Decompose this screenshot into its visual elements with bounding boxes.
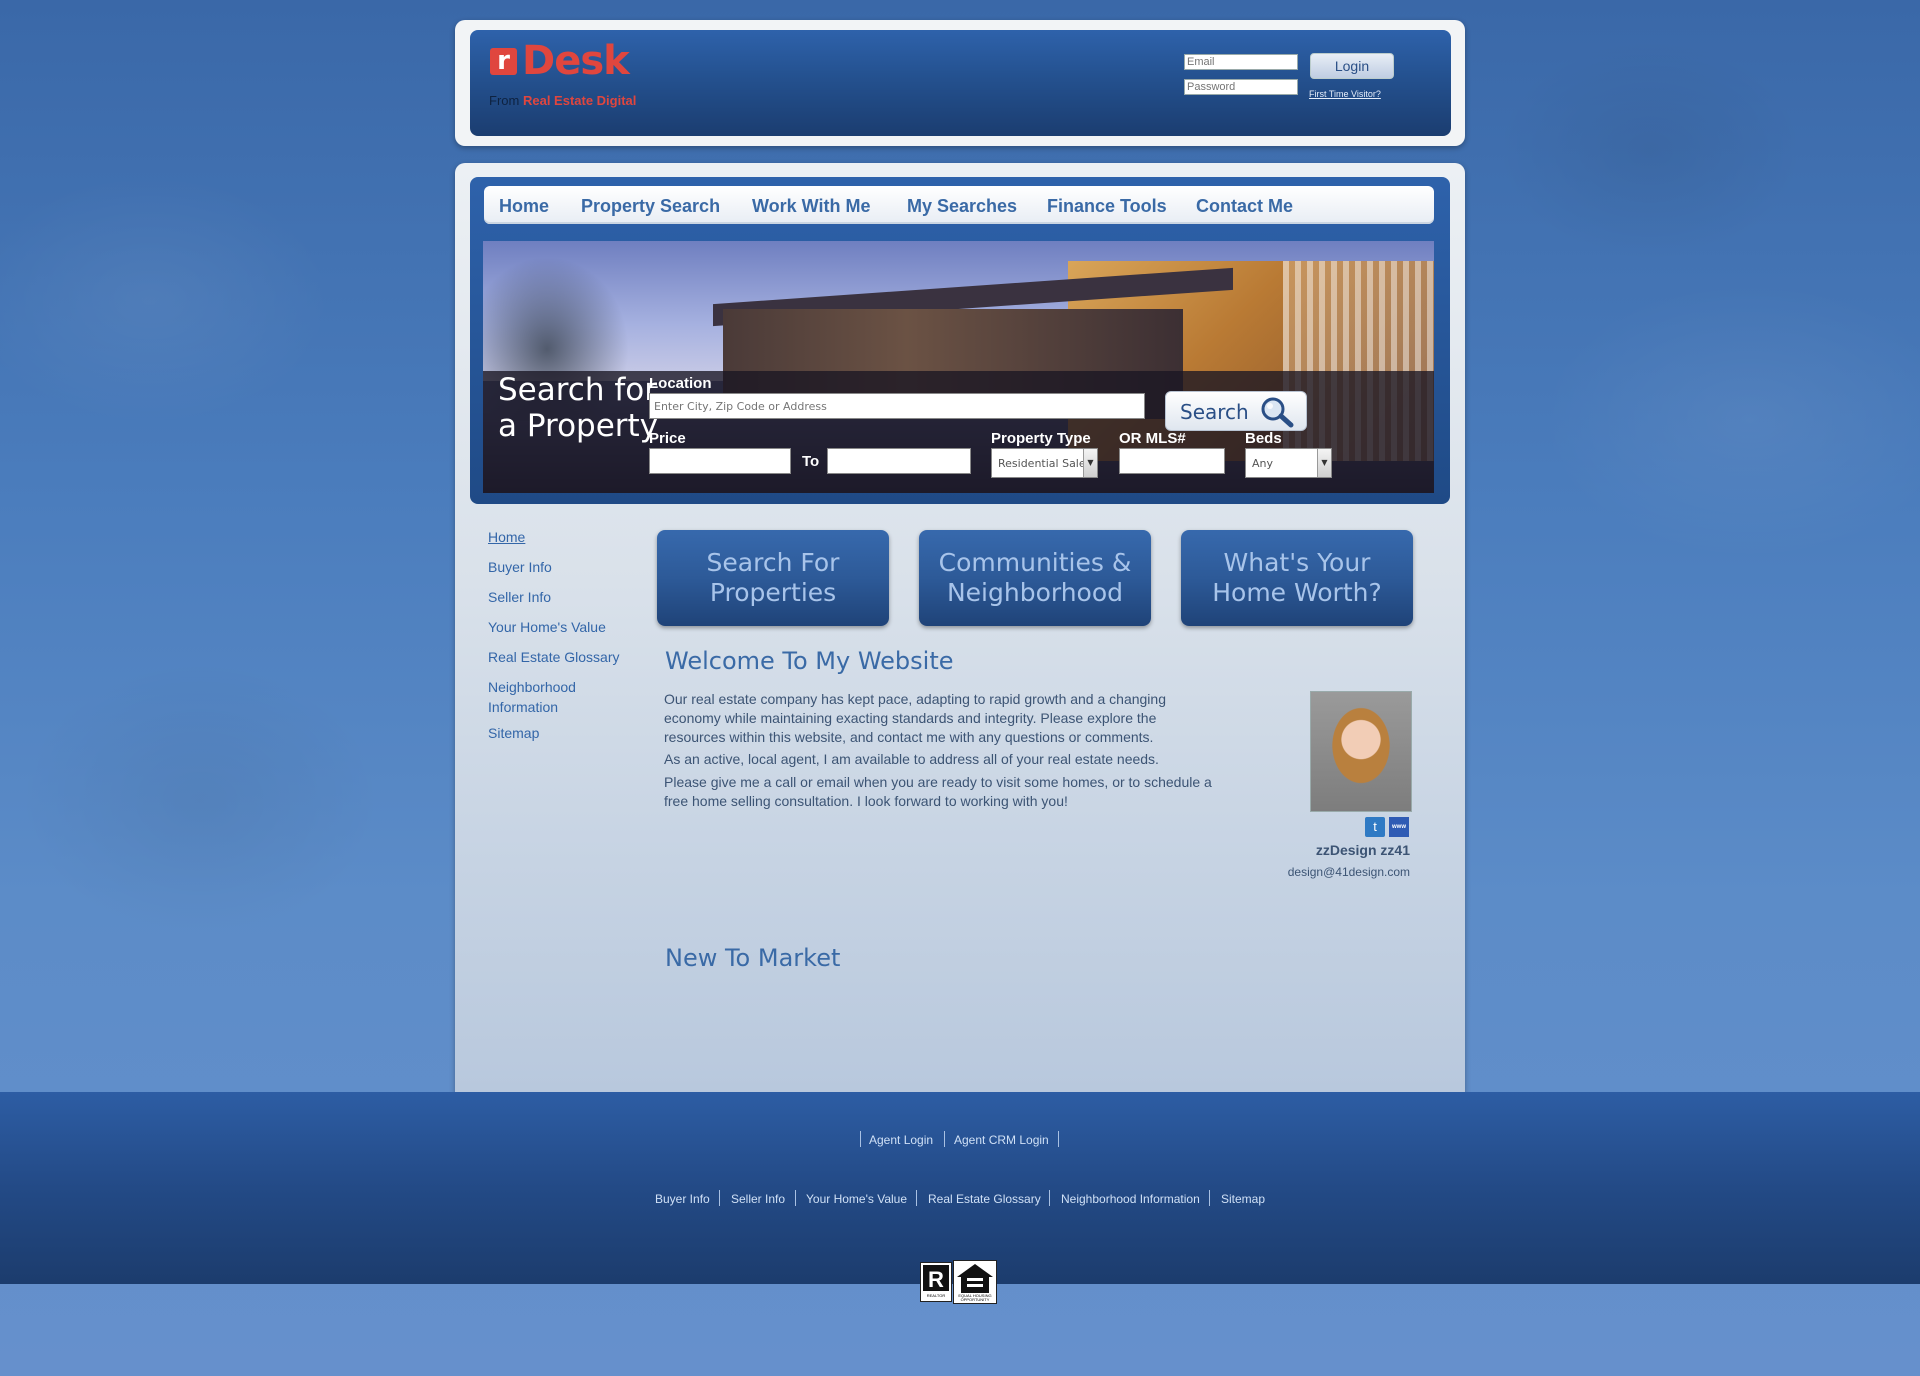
- website-icon[interactable]: www: [1389, 817, 1409, 837]
- nav-my-searches[interactable]: My Searches: [907, 196, 1017, 217]
- chevron-down-icon: ▼: [1083, 449, 1097, 477]
- new-to-market-heading: New To Market: [665, 944, 841, 972]
- price-min-input[interactable]: [649, 448, 791, 474]
- search-properties-button[interactable]: Search For Properties: [657, 530, 889, 626]
- footer-divider: [1049, 1190, 1050, 1206]
- promo-line1: Search For: [706, 548, 840, 577]
- search-button[interactable]: Search: [1165, 391, 1307, 431]
- realtor-text: REALTOR: [926, 1293, 946, 1298]
- home-worth-button[interactable]: What's Your Home Worth?: [1181, 530, 1413, 626]
- footer-sitemap[interactable]: Sitemap: [1221, 1192, 1265, 1206]
- promo-line2: Neighborhood: [946, 578, 1124, 607]
- promo-label: Communities & Neighborhood: [919, 548, 1151, 608]
- footer-divider: [860, 1131, 861, 1147]
- sidebar-item-neighborhood[interactable]: Neighborhood Information: [488, 677, 576, 717]
- logo-from: From: [489, 93, 520, 108]
- agent-name: zzDesign zz41: [1315, 842, 1410, 858]
- password-field[interactable]: [1184, 79, 1298, 95]
- promo-line2: Home Worth?: [1212, 578, 1382, 607]
- login-button[interactable]: Login: [1310, 53, 1394, 79]
- location-label: Location: [649, 375, 712, 392]
- nav-work-with-me[interactable]: Work With Me: [752, 196, 871, 217]
- sidebar-item-sitemap[interactable]: Sitemap: [488, 723, 539, 743]
- mls-input[interactable]: [1119, 448, 1225, 474]
- sidebar-item-glossary[interactable]: Real Estate Glossary: [488, 647, 620, 667]
- logo-company: Real Estate Digital: [522, 93, 637, 108]
- footer-buyer-info[interactable]: Buyer Info: [655, 1192, 710, 1206]
- logo-wordmark: Desk: [522, 38, 630, 84]
- welcome-heading: Welcome To My Website: [665, 647, 954, 675]
- location-input[interactable]: [649, 393, 1145, 419]
- footer-glossary[interactable]: Real Estate Glossary: [928, 1192, 1041, 1206]
- communities-button[interactable]: Communities & Neighborhood: [919, 530, 1151, 626]
- logo-mark: r: [490, 48, 517, 75]
- footer-divider: [944, 1131, 945, 1147]
- nav-contact-me[interactable]: Contact Me: [1196, 196, 1293, 217]
- realtor-logo: R REALTOR: [920, 1262, 952, 1302]
- text-line: Please give me a call or email when you …: [664, 774, 1212, 790]
- promo-line2: Properties: [709, 578, 837, 607]
- footer-neighborhood-info[interactable]: Neighborhood Information: [1061, 1192, 1200, 1206]
- chevron-down-icon: ▼: [1317, 449, 1331, 477]
- equal-housing-logo: EQUAL HOUSING OPPORTUNITY: [953, 1260, 997, 1304]
- footer-agent-login[interactable]: Agent Login: [869, 1133, 933, 1147]
- search-heading-line1: Search for: [498, 372, 657, 408]
- search-button-label: Search: [1180, 400, 1249, 424]
- twitter-icon[interactable]: t: [1365, 817, 1385, 837]
- footer-agent-crm-login[interactable]: Agent CRM Login: [954, 1133, 1049, 1147]
- magnifier-icon: [1261, 397, 1294, 428]
- price-max-input[interactable]: [827, 448, 971, 474]
- price-label: Price: [649, 430, 686, 447]
- sidebar-item-neighborhood-line2: Information: [488, 699, 559, 715]
- beds-label: Beds: [1245, 430, 1282, 447]
- promo-label: What's Your Home Worth?: [1181, 548, 1413, 608]
- text-line: economy while maintaining exacting stand…: [664, 710, 1157, 726]
- property-type-value: Residential Sales: [998, 457, 1084, 470]
- nav-finance-tools[interactable]: Finance Tools: [1047, 196, 1167, 217]
- beds-select[interactable]: Any ▼: [1245, 448, 1332, 478]
- welcome-paragraph-3: Please give me a call or email when you …: [664, 773, 1264, 811]
- welcome-paragraph-2: As an active, local agent, I am availabl…: [664, 751, 1159, 767]
- sidebar-item-buyer-info[interactable]: Buyer Info: [488, 557, 552, 577]
- footer-divider: [1209, 1190, 1210, 1206]
- agent-photo: [1310, 691, 1412, 812]
- footer-divider: [1058, 1131, 1059, 1147]
- text-line: free home selling consultation. I look f…: [664, 793, 1068, 809]
- footer-divider: [795, 1190, 796, 1206]
- nav-home[interactable]: Home: [499, 196, 549, 217]
- text-line: Our real estate company has kept pace, a…: [664, 691, 1166, 707]
- promo-line1: Communities &: [938, 548, 1132, 577]
- promo-label: Search For Properties: [657, 548, 889, 608]
- search-heading-line2: a Property: [498, 408, 659, 444]
- beds-value: Any: [1252, 457, 1274, 470]
- logo-tagline: From Real Estate Digital: [489, 93, 636, 108]
- email-field[interactable]: [1184, 54, 1298, 70]
- text-line: resources within this website, and conta…: [664, 729, 1154, 745]
- footer-home-value[interactable]: Your Home's Value: [806, 1192, 907, 1206]
- main-nav: Home Property Search Work With Me My Sea…: [484, 186, 1434, 224]
- price-to-label: To: [802, 453, 820, 470]
- sidebar-item-neighborhood-line1: Neighborhood: [488, 679, 576, 695]
- equal-housing-text: EQUAL HOUSING OPPORTUNITY: [958, 1293, 992, 1302]
- footer-divider: [916, 1190, 917, 1206]
- property-type-label: Property Type: [991, 430, 1091, 447]
- footer: [0, 1092, 1920, 1284]
- svg-text:R: R: [928, 1267, 944, 1292]
- property-type-select[interactable]: Residential Sales ▼: [991, 448, 1098, 478]
- agent-email[interactable]: design@41design.com: [1230, 865, 1410, 879]
- first-time-visitor-link[interactable]: First Time Visitor?: [1309, 89, 1381, 99]
- promo-line1: What's Your: [1223, 548, 1371, 577]
- footer-seller-info[interactable]: Seller Info: [731, 1192, 785, 1206]
- mls-label: OR MLS#: [1119, 430, 1186, 447]
- sidebar-item-home[interactable]: Home: [488, 527, 525, 547]
- sidebar-item-home-value[interactable]: Your Home's Value: [488, 617, 606, 637]
- welcome-paragraph-1: Our real estate company has kept pace, a…: [664, 690, 1224, 747]
- footer-divider: [719, 1190, 720, 1206]
- sidebar-item-seller-info[interactable]: Seller Info: [488, 587, 551, 607]
- nav-property-search[interactable]: Property Search: [581, 196, 720, 217]
- search-heading: Search for a Property: [498, 372, 658, 444]
